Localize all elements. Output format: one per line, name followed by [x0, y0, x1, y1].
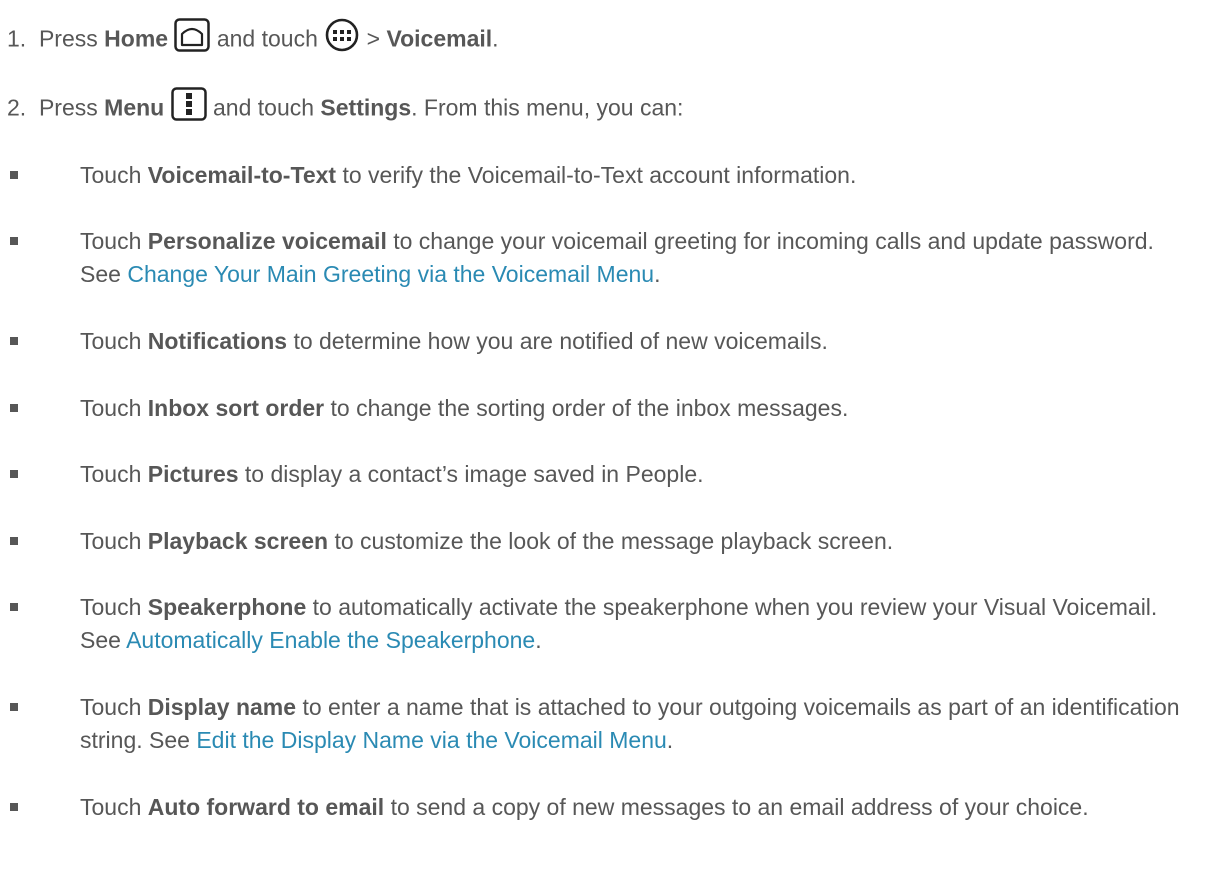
home-icon: [174, 18, 211, 59]
apps-icon: [324, 18, 360, 59]
voicemail-label: Voicemail: [386, 25, 493, 52]
step-text: and touch: [216, 25, 318, 52]
step-end: .: [492, 25, 499, 52]
step-number: 1.: [7, 25, 27, 52]
link-edit-display-name[interactable]: Edit the Display Name via the Voicemail …: [196, 727, 666, 753]
list-item: Touch Auto forward to email to send a co…: [10, 791, 1200, 824]
step-1: 1. Press Home and touch > Voicemail.: [7, 18, 499, 61]
list-item: Touch Speakerphone to automatically acti…: [10, 591, 1200, 657]
step-text: and touch: [213, 94, 315, 121]
list-item: Touch Display name to enter a name that …: [10, 691, 1200, 757]
home-label: Home: [104, 25, 169, 52]
list-item: Touch Playback screen to customize the l…: [10, 525, 1200, 558]
link-enable-speakerphone[interactable]: Automatically Enable the Speakerphone: [126, 627, 535, 653]
separator: >: [366, 25, 381, 52]
list-item: Touch Inbox sort order to change the sor…: [10, 392, 1200, 425]
step-text: Press: [38, 94, 98, 121]
step-end: . From this menu, you can:: [411, 94, 684, 121]
menu-label: Menu: [104, 94, 165, 121]
settings-label: Settings: [320, 94, 412, 121]
list-item: Touch Pictures to display a contact’s im…: [10, 458, 1200, 491]
step-text: Press: [38, 25, 98, 52]
step-number: 2.: [7, 94, 27, 121]
list-item: Touch Voicemail-to-Text to verify the Vo…: [10, 159, 1200, 192]
link-change-main-greeting[interactable]: Change Your Main Greeting via the Voicem…: [127, 261, 654, 287]
step-2: 2. Press Menu and touch Settings. From t…: [7, 87, 684, 130]
list-item: Touch Personalize voicemail to change yo…: [10, 225, 1200, 291]
menu-icon: [170, 87, 207, 128]
list-item: Touch Notifications to determine how you…: [10, 325, 1200, 358]
